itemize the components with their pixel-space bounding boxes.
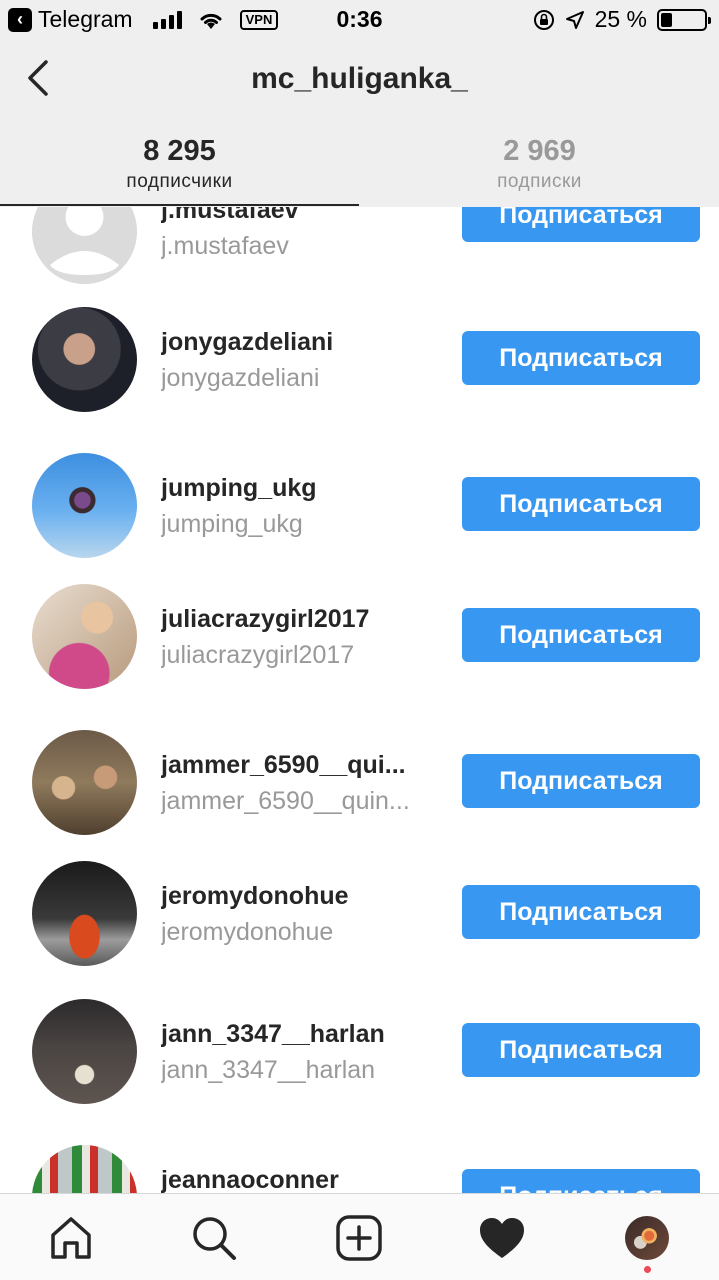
avatar[interactable]	[32, 861, 137, 966]
full-name: jammer_6590__quin...	[161, 787, 410, 815]
avatar[interactable]	[32, 207, 137, 284]
avatar[interactable]	[32, 1145, 137, 1193]
add-post-icon[interactable]	[335, 1214, 383, 1262]
battery-percent: 25 %	[594, 6, 647, 32]
follow-button[interactable]: Подписаться	[462, 1169, 700, 1193]
followers-label: подписчики	[126, 171, 233, 192]
full-name: juliacrazygirl2017	[161, 641, 355, 669]
username[interactable]: j.mustafaev	[161, 207, 431, 227]
notification-dot	[644, 1266, 651, 1273]
orientation-lock-icon	[533, 9, 554, 30]
search-icon[interactable]	[190, 1214, 238, 1262]
list-item[interactable]: jeannaoconner Подписаться	[0, 1145, 719, 1193]
profile-tab[interactable]	[623, 1214, 671, 1262]
follow-button[interactable]: Подписаться	[462, 1023, 700, 1077]
profile-header: mc_huliganka_ 8 295 подписчики 2 969 под…	[0, 40, 719, 207]
list-item[interactable]: jumping_ukg jumping_ukg Подписаться	[0, 453, 719, 563]
username[interactable]: jeromydonohue	[161, 879, 431, 913]
username[interactable]: jeannaoconner	[161, 1163, 431, 1193]
follow-button[interactable]: Подписаться	[462, 477, 700, 531]
full-name: jeromydonohue	[161, 918, 334, 946]
heart-icon[interactable]	[478, 1214, 526, 1262]
followers-list[interactable]: j.mustafaev j.mustafaev Подписаться jony…	[0, 207, 719, 1193]
avatar[interactable]	[32, 730, 137, 835]
following-label: подписки	[497, 171, 582, 192]
list-item[interactable]: jeromydonohue jeromydonohue Подписаться	[0, 861, 719, 971]
bottom-nav	[0, 1193, 719, 1280]
avatar[interactable]	[32, 584, 137, 689]
avatar[interactable]	[32, 999, 137, 1104]
list-item[interactable]: jonygazdeliani jonygazdeliani Подписатьс…	[0, 307, 719, 417]
username[interactable]: jann_3347__harlan	[161, 1017, 431, 1051]
username[interactable]: jonygazdeliani	[161, 325, 431, 359]
username[interactable]: jammer_6590__qui...	[161, 748, 431, 782]
follow-button[interactable]: Подписаться	[462, 608, 700, 662]
following-count: 2 969	[503, 135, 576, 167]
username[interactable]: jumping_ukg	[161, 471, 431, 505]
follow-button[interactable]: Подписаться	[462, 754, 700, 808]
active-tab-indicator	[0, 204, 359, 206]
list-item[interactable]: juliacrazygirl2017 juliacrazygirl2017 По…	[0, 584, 719, 694]
username[interactable]: juliacrazygirl2017	[161, 602, 431, 636]
page-title: mc_huliganka_	[251, 62, 468, 95]
full-name: jonygazdeliani	[161, 364, 320, 392]
home-icon[interactable]	[47, 1214, 95, 1262]
avatar[interactable]	[32, 453, 137, 558]
list-item[interactable]: jammer_6590__qui... jammer_6590__quin...…	[0, 730, 719, 840]
location-icon	[565, 10, 584, 29]
list-item[interactable]: j.mustafaev j.mustafaev Подписаться	[0, 207, 719, 305]
follow-button[interactable]: Подписаться	[462, 207, 700, 242]
tab-followers[interactable]: 8 295 подписчики	[0, 135, 359, 193]
full-name: jumping_ukg	[161, 510, 303, 538]
follow-button[interactable]: Подписаться	[462, 885, 700, 939]
full-name: jann_3347__harlan	[161, 1056, 376, 1084]
status-bar: ‹ Telegram VPN 0:36 25 %	[0, 0, 719, 40]
avatar[interactable]	[32, 307, 137, 412]
list-item[interactable]: jann_3347__harlan jann_3347__harlan Подп…	[0, 999, 719, 1109]
tab-following[interactable]: 2 969 подписки	[360, 135, 719, 193]
followers-count: 8 295	[143, 135, 216, 167]
avatar[interactable]	[625, 1216, 669, 1260]
follow-button[interactable]: Подписаться	[462, 331, 700, 385]
full-name: j.mustafaev	[161, 232, 289, 260]
battery-icon	[657, 8, 711, 31]
